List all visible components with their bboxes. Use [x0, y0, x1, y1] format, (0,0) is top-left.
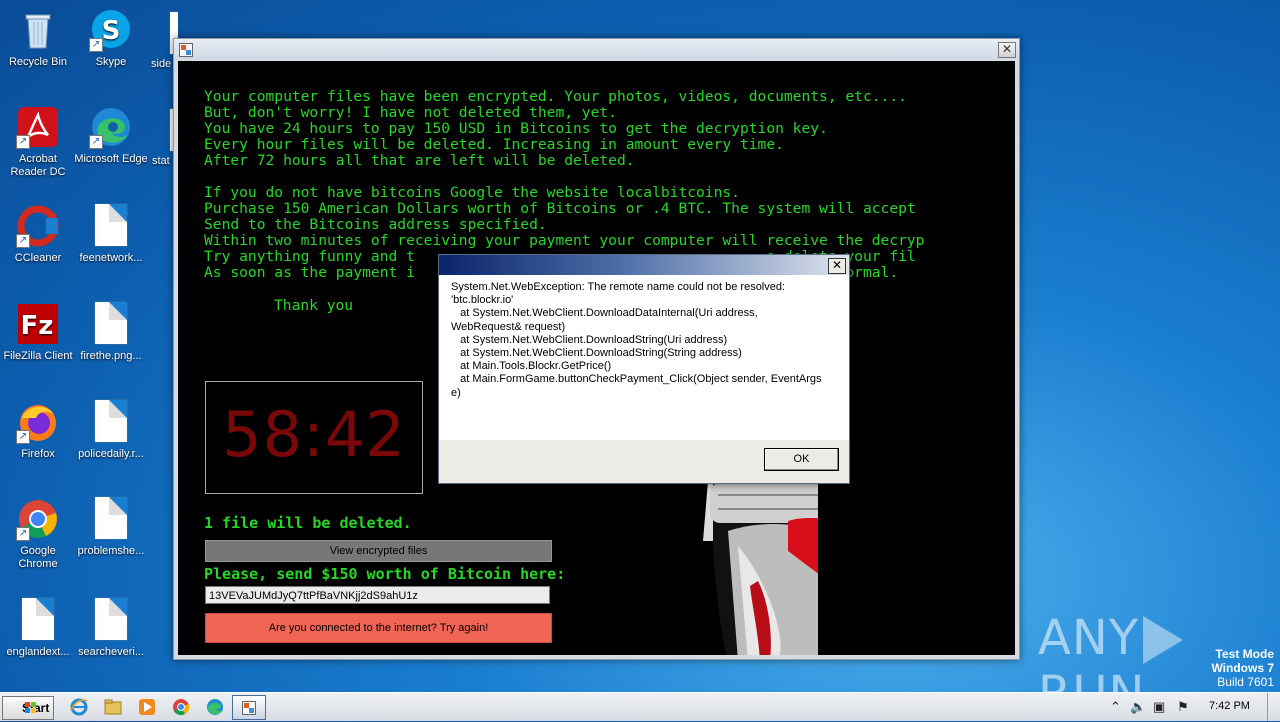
desktop-icon-label: firethe.png...	[80, 350, 142, 362]
ransom-message-line: Purchase 150 American Dollars worth of B…	[204, 200, 916, 217]
desktop-icon-label: FileZilla Client	[3, 350, 73, 362]
ransom-message-line: Send to the Bitcoins address specified.	[204, 216, 547, 233]
app-icon	[242, 701, 256, 715]
document-icon	[95, 302, 127, 344]
shortcut-arrow-icon: ↗	[16, 527, 30, 541]
ccleaner-icon: ↗	[16, 204, 60, 248]
windows-logo-icon	[25, 702, 37, 714]
document-icon	[95, 598, 127, 640]
recycle-bin-icon	[16, 8, 60, 52]
dialog-titlebar[interactable]: ✕	[439, 255, 849, 275]
document-icon	[95, 497, 127, 539]
ok-button[interactable]: OK	[764, 448, 839, 471]
firefox-icon: ↗	[16, 400, 60, 444]
filezilla-icon: Fz	[16, 302, 60, 346]
desktop-icon-edge[interactable]: ↗ Microsoft Edge	[73, 105, 149, 166]
desktop-icon-firethe[interactable]: firethe.png...	[73, 302, 149, 363]
desktop-icon-acrobat[interactable]: ↗ Acrobat Reader DC	[0, 105, 76, 179]
skype-icon: S ↗	[89, 8, 133, 52]
jigsaw-figure-image	[538, 481, 818, 655]
test-mode-notice: Test Mode Windows 7 Build 7601	[1211, 647, 1274, 689]
ransom-message-line: If you do not have bitcoins Google the w…	[204, 184, 740, 201]
check-payment-button[interactable]: Are you connected to the internet? Try a…	[205, 613, 552, 643]
files-deleted-label: 1 file will be deleted.	[204, 514, 412, 532]
document-icon	[22, 598, 54, 640]
desktop-icon-problemshe[interactable]: problemshe...	[73, 497, 149, 558]
shortcut-arrow-icon: ↗	[16, 430, 30, 444]
ransom-message: Your computer files have been encrypted.…	[204, 89, 924, 281]
desktop-icon-ccleaner[interactable]: ↗ CCleaner	[0, 204, 76, 265]
volume-icon[interactable]: 🔈	[1130, 699, 1146, 715]
desktop-icon-label: searcheveri...	[77, 646, 145, 658]
desktop-icon-policedaily[interactable]: policedaily.r...	[73, 400, 149, 461]
file-explorer-icon[interactable]	[103, 697, 123, 717]
taskbar: Start ⌃ 🔈 ▣ ⚑ 7:42 PM	[0, 692, 1280, 721]
desktop-icon-chrome[interactable]: ↗ Google Chrome	[0, 497, 76, 571]
document-icon	[95, 400, 127, 442]
taskbar-clock[interactable]: 7:42 PM	[1209, 700, 1250, 712]
ransom-message-line: You have 24 hours to pay 150 USD in Bitc…	[204, 120, 828, 137]
bitcoin-address-field[interactable]: 13VEVaJUMdJyQ7ttPfBaVNKjj2dS9ahU1z	[205, 586, 550, 604]
svg-text:S: S	[102, 16, 121, 46]
error-message: System.Net.WebException: The remote name…	[451, 281, 822, 399]
view-encrypted-files-button[interactable]: View encrypted files	[205, 540, 552, 562]
desktop-icon-recycle-bin[interactable]: Recycle Bin	[0, 8, 76, 69]
test-mode-label: Test Mode	[1215, 647, 1274, 661]
shortcut-arrow-icon: ↗	[89, 135, 103, 149]
shortcut-arrow-icon: ↗	[16, 234, 30, 248]
build-label: Build 7601	[1217, 675, 1274, 689]
window-titlebar[interactable]: ✕	[174, 39, 1019, 59]
network-icon[interactable]: ▣	[1153, 699, 1165, 715]
desktop-icon-label: englandext...	[6, 646, 70, 658]
ransom-message-line: After 72 hours all that are left will be…	[204, 152, 635, 169]
countdown-timer: 58:42	[222, 398, 406, 471]
edge-icon: ↗	[89, 105, 133, 149]
desktop-icon-label: Google Chrome	[18, 545, 58, 570]
desktop-icon-label: Recycle Bin	[8, 56, 68, 68]
os-label: Windows 7	[1211, 661, 1274, 675]
taskbar-active-app[interactable]	[232, 695, 266, 720]
app-icon	[179, 43, 193, 57]
desktop-icon-label: CCleaner	[14, 252, 62, 264]
action-center-flag-icon[interactable]: ⚑	[1177, 699, 1189, 715]
start-button[interactable]: Start	[2, 696, 54, 720]
desktop-icon-label: policedaily.r...	[78, 448, 144, 460]
watermark-brand-left: ANY	[1038, 610, 1140, 666]
error-dialog: ✕ System.Net.WebException: The remote na…	[438, 254, 850, 484]
desktop-icon-skype[interactable]: S ↗ Skype	[73, 8, 149, 69]
desktop-icon-label: Microsoft Edge	[74, 153, 148, 165]
desktop-icon-searcheveri[interactable]: searcheveri...	[73, 598, 149, 659]
desktop-icon-firefox[interactable]: ↗ Firefox	[0, 400, 76, 461]
desktop-icon-label: Acrobat Reader DC	[10, 153, 66, 178]
desktop-icon-label: Skype	[95, 56, 127, 68]
tray-expand-icon[interactable]: ⌃	[1110, 699, 1121, 715]
edge-icon[interactable]	[205, 697, 225, 717]
document-icon	[95, 204, 127, 246]
close-button[interactable]: ✕	[998, 42, 1016, 58]
ransom-message-line: Your computer files have been encrypted.…	[204, 88, 907, 105]
ransom-message-line: Within two minutes of receiving your pay…	[204, 232, 925, 249]
thank-you-text: Thank you	[274, 297, 354, 314]
acrobat-icon: ↗	[16, 105, 60, 149]
shortcut-arrow-icon: ↗	[16, 135, 30, 149]
play-icon	[1143, 616, 1184, 664]
media-player-icon[interactable]	[137, 697, 157, 717]
desktop-icon-filezilla[interactable]: Fz FileZilla Client	[0, 302, 76, 363]
desktop-icon-englandext[interactable]: englandext...	[0, 598, 76, 659]
chrome-icon: ↗	[16, 497, 60, 541]
send-bitcoin-label: Please, send $150 worth of Bitcoin here:	[204, 565, 566, 583]
svg-text:Fz: Fz	[21, 311, 54, 341]
internet-explorer-icon[interactable]	[69, 697, 89, 717]
desktop-icon-label: feenetwork...	[79, 252, 143, 264]
desktop-icon-feenetwork[interactable]: feenetwork...	[73, 204, 149, 265]
chrome-icon[interactable]	[171, 697, 191, 717]
ransom-message-line: Every hour files will be deleted. Increa…	[204, 136, 784, 153]
desktop-icon-label: Firefox	[21, 448, 55, 460]
desktop-icon-label: problemshe...	[77, 545, 145, 557]
show-desktop-button[interactable]	[1267, 693, 1280, 721]
dialog-close-button[interactable]: ✕	[828, 258, 846, 274]
countdown-box: 58:42	[205, 381, 423, 494]
ransom-message-line: But, don't worry! I have not deleted the…	[204, 104, 617, 121]
shortcut-arrow-icon: ↗	[89, 38, 103, 52]
